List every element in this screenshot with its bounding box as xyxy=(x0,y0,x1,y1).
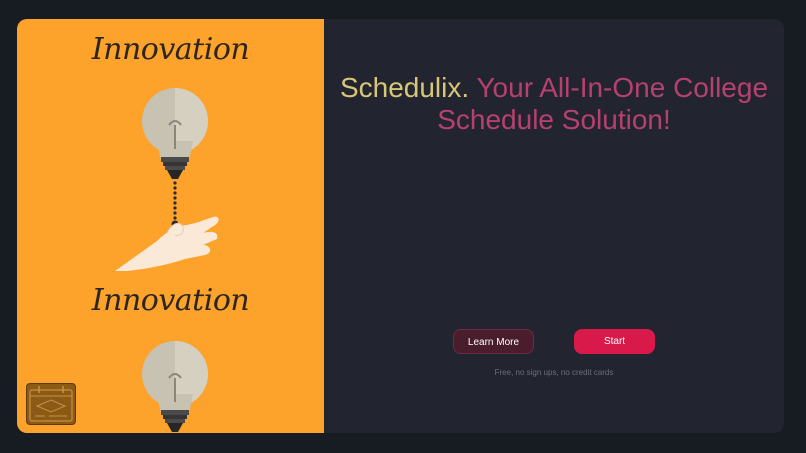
page: Innovation Innovation Schedulix. Your Al… xyxy=(0,0,806,453)
page-title: Schedulix. Your All-In-One College Sched… xyxy=(324,72,784,136)
pricing-note: Free, no sign ups, no credit cards xyxy=(494,368,614,377)
light-bulb-pull-chain-icon xyxy=(115,88,219,432)
light-bulb-top-icon xyxy=(142,88,208,179)
pull-chain xyxy=(171,181,179,228)
hero-illustration-panel: Innovation Innovation xyxy=(17,19,324,433)
innovation-text-bottom: Innovation xyxy=(91,283,250,318)
hand-icon xyxy=(115,216,219,271)
main-card: Innovation Innovation Schedulix. Your Al… xyxy=(17,19,784,433)
learn-more-button[interactable]: Learn More xyxy=(453,329,534,354)
hero-content-panel: Schedulix. Your All-In-One College Sched… xyxy=(324,19,784,433)
calendar-icon xyxy=(26,383,76,425)
light-bulb-bottom-icon xyxy=(142,341,208,432)
brand-name: Schedulix. xyxy=(339,72,470,103)
start-button[interactable]: Start xyxy=(574,329,655,354)
tagline: Your All-In-One College Schedule Solutio… xyxy=(437,72,769,135)
